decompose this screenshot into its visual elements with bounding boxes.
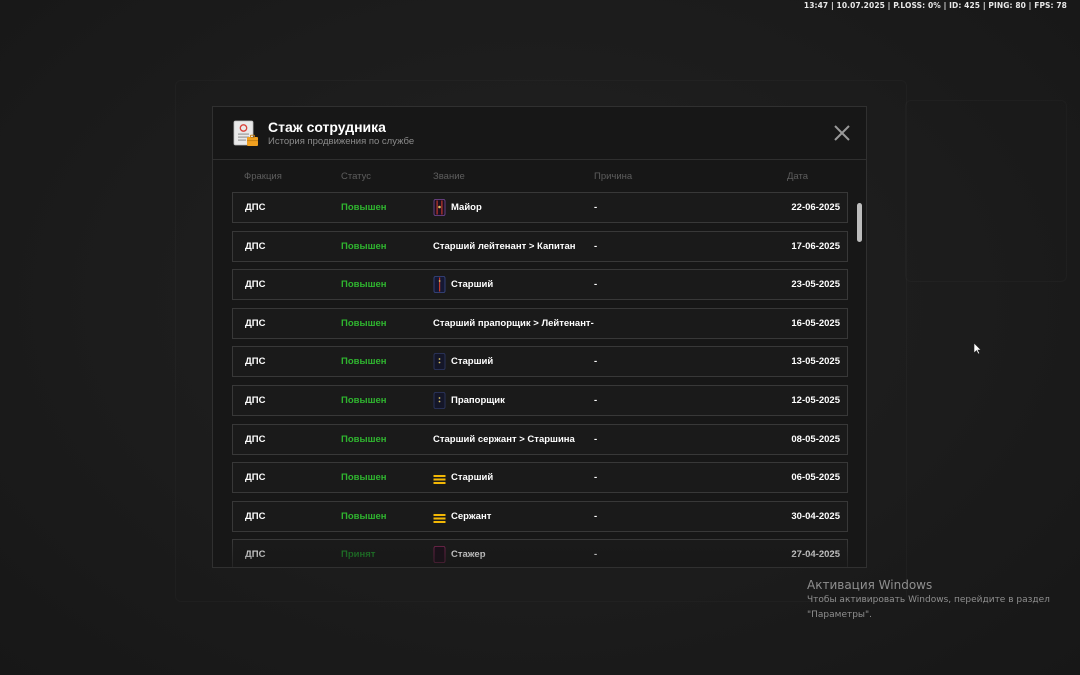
row-faction: ДПС bbox=[245, 433, 266, 445]
epaulette-sergeant-icon bbox=[433, 508, 446, 525]
row-status: Повышен bbox=[341, 433, 387, 445]
modal-subtitle: История продвижения по службе bbox=[268, 136, 415, 147]
row-status: Повышен bbox=[341, 395, 387, 406]
history-row[interactable]: ДПС Повышен Сержант - 30-04-2025 bbox=[232, 500, 848, 532]
row-status: Повышен bbox=[341, 279, 387, 291]
row-reason: - bbox=[594, 279, 598, 291]
history-row[interactable]: ДПС Повышен Прапорщик - 12-05-2025 bbox=[232, 385, 848, 416]
watermark-line2: "Параметры". bbox=[807, 610, 873, 620]
column-header-reason: Причина bbox=[594, 171, 633, 182]
column-header-faction: Фракция bbox=[244, 171, 282, 182]
row-rank: Старший прапорщик > Лейтенант- bbox=[433, 309, 594, 338]
history-row[interactable]: ДПС Повышен Старший сержант > Старшина - 08-… bbox=[232, 423, 848, 455]
row-rank-label: Старший сержант > Старшина bbox=[433, 433, 575, 445]
modal-title: Стаж сотрудника bbox=[268, 119, 386, 135]
row-faction: ДПС bbox=[245, 395, 266, 406]
column-header-rank: Звание bbox=[433, 171, 465, 182]
history-row[interactable]: ДПС Принят Стажер - 27-04-2025 bbox=[232, 539, 848, 567]
row-rank: Старший лейтенант > Капитан bbox=[433, 232, 576, 261]
column-header-date: Дата bbox=[787, 171, 809, 182]
history-row[interactable]: ДПС Повышен Старший прапорщик > Лейтенант-… bbox=[232, 307, 848, 339]
modal-header: Стаж сотрудника История продвижения по с… bbox=[213, 107, 866, 160]
row-reason: - bbox=[594, 472, 598, 484]
windows-activation-watermark: Активация Windows Чтобы активировать Win… bbox=[807, 578, 1050, 622]
row-reason: - bbox=[594, 356, 598, 368]
row-date: 12-05-2025 bbox=[791, 395, 840, 406]
row-rank-label: Старший прапорщик > Лейтенант- bbox=[433, 317, 594, 329]
row-reason: - bbox=[594, 395, 598, 406]
row-status: Принят bbox=[341, 549, 376, 561]
employee-tenure-modal: Стаж сотрудника История продвижения по с… bbox=[212, 106, 867, 568]
row-rank-label: Прапорщик bbox=[451, 395, 505, 406]
row-reason: - bbox=[594, 510, 598, 522]
row-rank-label: Сержант bbox=[451, 510, 492, 522]
row-faction: ДПС bbox=[245, 472, 266, 484]
scrollbar-thumb[interactable] bbox=[857, 203, 862, 242]
row-date: 27-04-2025 bbox=[791, 549, 840, 561]
document-certificate-icon bbox=[233, 120, 258, 146]
row-rank: Старший bbox=[433, 463, 493, 492]
row-date: 08-05-2025 bbox=[791, 433, 840, 445]
row-faction: ДПС bbox=[245, 202, 266, 213]
row-status: Повышен bbox=[341, 202, 387, 213]
row-date: 23-05-2025 bbox=[791, 279, 840, 291]
row-status: Повышен bbox=[341, 317, 387, 329]
row-reason: - bbox=[594, 202, 598, 213]
row-rank-label: Старший лейтенант > Капитан bbox=[433, 240, 576, 252]
close-icon[interactable] bbox=[832, 123, 852, 143]
epaulette-warrant-icon bbox=[433, 353, 446, 371]
row-date: 17-06-2025 bbox=[791, 240, 840, 252]
watermark-line1: Чтобы активировать Windows, перейдите в … bbox=[807, 595, 1050, 605]
row-rank-label: Старший bbox=[451, 472, 494, 484]
row-rank: Старший bbox=[433, 347, 493, 376]
history-row[interactable]: ДПС Повышен Старший лейтенант > Капитан - 17… bbox=[232, 230, 848, 262]
row-faction: ДПС bbox=[245, 279, 266, 291]
row-date: 30-04-2025 bbox=[791, 510, 840, 522]
row-rank-label: Майор bbox=[451, 202, 482, 213]
mouse-cursor-icon bbox=[973, 342, 982, 355]
row-rank-label: Стажер bbox=[451, 549, 486, 561]
row-status: Повышен bbox=[341, 356, 387, 368]
row-reason: - bbox=[594, 549, 598, 561]
scrollbar[interactable] bbox=[857, 203, 862, 543]
column-header-status: Статус bbox=[341, 171, 372, 182]
history-list[interactable]: ДПС Повышен Майор - 22-06-2025 ДПС Повышен Стар… bbox=[232, 191, 850, 567]
row-reason: - bbox=[594, 433, 598, 445]
epaulette-officer-icon bbox=[433, 276, 446, 294]
row-date: 22-06-2025 bbox=[791, 202, 840, 213]
row-date: 06-05-2025 bbox=[791, 472, 840, 484]
history-row[interactable]: ДПС Повышен Старший - 06-05-2025 bbox=[232, 462, 848, 494]
row-faction: ДПС bbox=[245, 240, 266, 252]
row-rank: Сержант bbox=[433, 502, 491, 531]
row-status: Повышен bbox=[341, 510, 387, 522]
epaulette-trainee-icon bbox=[433, 546, 446, 564]
row-status: Повышен bbox=[341, 240, 387, 252]
row-status: Повышен bbox=[341, 472, 387, 484]
history-row[interactable]: ДПС Повышен Майор - 22-06-2025 bbox=[232, 192, 848, 223]
hud-status-bar: 13:47 | 10.07.2025 | P.LOSS: 0% | ID: 42… bbox=[803, 1, 1067, 10]
epaulette-major-icon bbox=[433, 199, 446, 216]
epaulette-sergeant-icon bbox=[433, 469, 446, 486]
row-rank: Стажер bbox=[433, 540, 486, 567]
row-date: 16-05-2025 bbox=[791, 317, 840, 329]
row-date: 13-05-2025 bbox=[791, 356, 840, 368]
row-rank: Прапорщик bbox=[433, 386, 505, 415]
history-row[interactable]: ДПС Повышен Старший - 23-05-2025 bbox=[232, 269, 848, 301]
row-faction: ДПС bbox=[245, 510, 266, 522]
row-rank: Старший сержант > Старшина bbox=[433, 425, 575, 454]
row-rank-label: Старший bbox=[451, 279, 494, 291]
row-rank: Старший bbox=[433, 270, 493, 299]
row-reason: - bbox=[594, 240, 598, 252]
background-panel-ghost bbox=[905, 100, 1067, 282]
epaulette-warrant-icon bbox=[433, 392, 446, 409]
row-faction: ДПС bbox=[245, 356, 266, 368]
watermark-title: Активация Windows bbox=[807, 578, 933, 592]
history-row[interactable]: ДПС Повышен Старший - 13-05-2025 bbox=[232, 346, 848, 378]
row-rank-label: Старший bbox=[451, 356, 494, 368]
row-faction: ДПС bbox=[245, 317, 266, 329]
row-faction: ДПС bbox=[245, 549, 266, 561]
row-rank: Майор bbox=[433, 193, 482, 222]
